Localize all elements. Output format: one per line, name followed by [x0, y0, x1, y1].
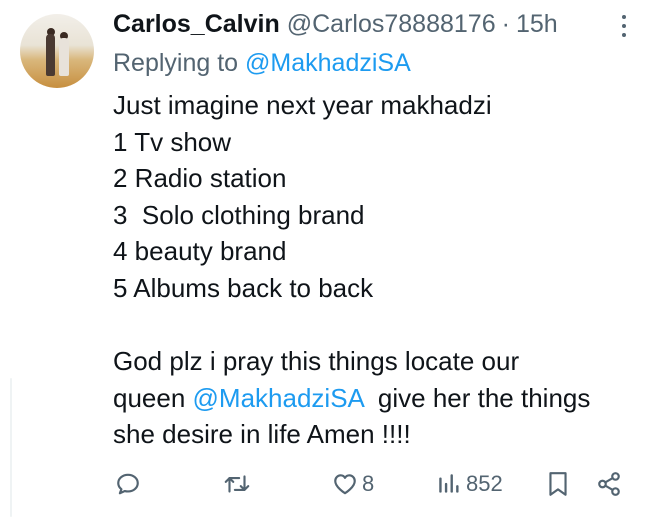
action-bar: 8 852 — [0, 466, 659, 502]
like-count: 8 — [362, 471, 375, 496]
user-handle[interactable]: @Carlos78888176 — [287, 8, 496, 40]
tweet-line: 3 Solo clothing brand — [113, 199, 365, 230]
reply-button[interactable] — [115, 466, 141, 502]
avatar-figure — [46, 34, 55, 76]
more-dots-icon[interactable] — [612, 12, 636, 40]
tweet-line: Just imagine next year makhadzi — [113, 90, 492, 120]
avatar-figure — [59, 38, 69, 76]
share-icon — [596, 471, 622, 497]
share-button[interactable] — [596, 466, 622, 502]
tweet-line: 5 Albums back to back — [113, 272, 374, 303]
tweet-line: 2 Radio station — [113, 163, 287, 194]
views-button[interactable]: 852 — [436, 466, 503, 502]
speech-bubble-icon — [115, 471, 141, 497]
tweet-time[interactable]: 15h — [516, 8, 558, 40]
tweet-text-fragment: give her the things — [363, 382, 591, 413]
avatar[interactable] — [20, 14, 94, 88]
tweet-line: 1 Tv show — [113, 126, 232, 157]
tweet-line: God plz i pray this things locate our — [113, 346, 520, 377]
bookmark-icon — [545, 470, 571, 498]
tweet-line: 4 beauty brand — [113, 236, 287, 267]
like-button[interactable]: 8 — [332, 466, 374, 502]
reply-to-mention[interactable]: @MakhadziSA — [245, 49, 411, 77]
tweet-text: Just imagine next year makhadzi 1 Tv sho… — [113, 87, 643, 453]
replying-to: Replying to @MakhadziSA — [113, 47, 411, 79]
bookmark-button[interactable] — [545, 466, 571, 502]
mention-link[interactable]: @MakhadziSA — [193, 383, 364, 413]
bar-chart-icon — [436, 471, 462, 497]
heart-icon — [332, 471, 358, 497]
tweet-text-fragment: queen — [113, 382, 193, 413]
retweet-icon — [222, 471, 252, 497]
view-count: 852 — [466, 471, 503, 496]
tweet-header: Carlos_Calvin @Carlos78888176 · 15h — [113, 8, 558, 40]
separator-dot: · — [501, 10, 510, 38]
display-name[interactable]: Carlos_Calvin — [113, 8, 280, 40]
replying-to-label: Replying to — [113, 49, 246, 77]
tweet-line: she desire in life Amen !!!! — [113, 419, 411, 450]
retweet-button[interactable] — [222, 466, 252, 502]
tweet-line-with-mention: queen @MakhadziSA give her the things — [113, 380, 643, 417]
